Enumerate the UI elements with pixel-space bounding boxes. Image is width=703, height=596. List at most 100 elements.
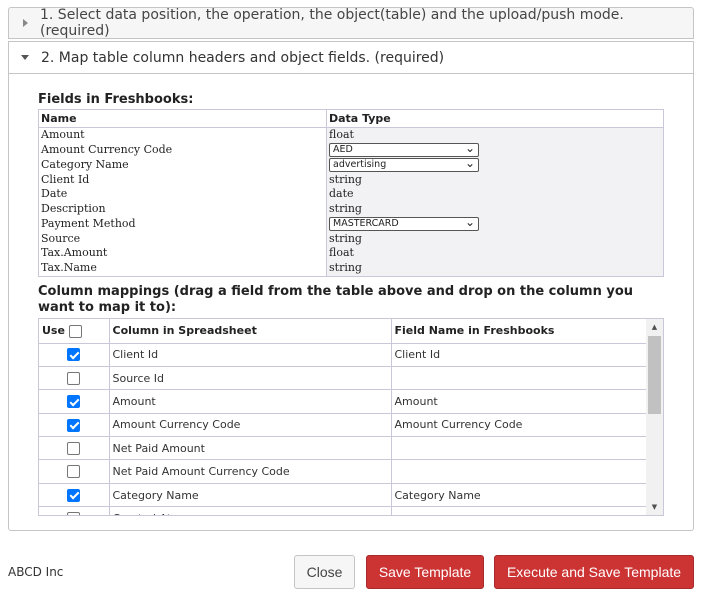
mapped-field-dropzone[interactable]	[391, 459, 647, 484]
select-value: advertising	[333, 159, 387, 171]
field-row: Tax.Name string	[38, 260, 664, 277]
spreadsheet-column: Amount Currency Code	[109, 413, 392, 438]
field-name[interactable]: Source	[38, 231, 327, 246]
spreadsheet-column: Client Id	[109, 343, 392, 367]
spreadsheet-column: Net Paid Amount Currency Code	[109, 459, 392, 484]
field-type-cell: AED ⌄	[327, 140, 664, 158]
mapped-field-dropzone[interactable]	[391, 506, 647, 515]
mapping-use-cell	[39, 413, 110, 438]
mapping-row: Client Id Client Id	[39, 343, 647, 367]
field-type: string	[329, 260, 362, 274]
mappings-scrollbar[interactable]: ▲ ▼	[646, 319, 663, 515]
mappings-scroll-area[interactable]: Use Column in Spreadsheet Field Name in …	[38, 318, 664, 516]
field-type-cell: MASTERCARD ⌄	[327, 214, 664, 232]
field-row: Description string	[38, 201, 664, 217]
fields-header-type: Data Type	[326, 109, 664, 128]
mapping-use-cell	[39, 366, 110, 391]
scroll-up-icon[interactable]: ▲	[646, 319, 663, 335]
field-name[interactable]: Payment Method	[38, 216, 327, 232]
field-value-select[interactable]: AED ⌄	[329, 140, 479, 158]
field-row: Amount Currency Code AED ⌄	[38, 140, 664, 158]
chevron-down-icon: ⌄	[464, 140, 475, 155]
field-name[interactable]: Description	[38, 201, 327, 217]
field-value-select[interactable]: advertising ⌄	[329, 155, 479, 173]
mapping-row: Net Paid Amount	[39, 436, 647, 461]
chevron-down-icon: ⌄	[464, 155, 475, 170]
mapping-row: Created At	[39, 506, 647, 515]
step1-accordion-header[interactable]: 1. Select data position, the operation, …	[8, 7, 694, 39]
mappings-title: Column mappings (drag a field from the t…	[38, 284, 634, 315]
mapped-field-dropzone[interactable]: Category Name	[391, 483, 647, 508]
close-button[interactable]: Close	[294, 555, 355, 589]
select-all-checkbox[interactable]	[68, 324, 82, 338]
field-row: Payment Method MASTERCARD ⌄	[38, 214, 664, 232]
field-name[interactable]: Date	[38, 186, 327, 202]
field-row: Tax.Amount float	[38, 245, 664, 261]
use-checkbox[interactable]	[67, 371, 81, 385]
field-row: Amount float	[38, 127, 664, 143]
field-row: Category Name advertising ⌄	[38, 155, 664, 173]
fields-table: Name Data Type Amount float Amount Currenc…	[38, 109, 664, 277]
field-row: Source string	[38, 231, 664, 246]
field-name[interactable]: Amount Currency Code	[38, 142, 327, 158]
mapped-field-dropzone[interactable]: Amount	[391, 389, 647, 414]
field-type: float	[329, 246, 354, 260]
use-checkbox[interactable]	[67, 348, 81, 362]
mapping-use-cell	[39, 436, 110, 461]
mapped-field-dropzone[interactable]: Amount Currency Code	[391, 413, 647, 438]
mapping-row: Amount Amount	[39, 389, 647, 414]
select-value: AED	[333, 144, 353, 156]
field-type: string	[329, 201, 362, 215]
step2-accordion-header[interactable]: 2. Map table column headers and object f…	[9, 42, 693, 74]
spreadsheet-column: Net Paid Amount	[109, 436, 392, 461]
field-name[interactable]: Tax.Amount	[38, 245, 327, 261]
use-checkbox[interactable]	[67, 465, 81, 479]
mapped-field-dropzone[interactable]: Client Id	[391, 343, 647, 367]
field-name[interactable]: Category Name	[38, 157, 327, 173]
field-type: string	[329, 231, 362, 245]
mapping-row: Net Paid Amount Currency Code	[39, 459, 647, 484]
mapping-use-cell	[39, 506, 110, 515]
scroll-down-icon[interactable]: ▼	[646, 499, 663, 515]
field-type: float	[329, 128, 354, 142]
mapped-field-dropzone[interactable]	[391, 366, 647, 391]
spreadsheet-column: Category Name	[109, 483, 392, 508]
mappings-header-column: Column in Spreadsheet	[109, 319, 392, 344]
scrollbar-thumb[interactable]	[648, 336, 661, 414]
caret-down-icon	[21, 55, 29, 60]
use-checkbox[interactable]	[67, 488, 81, 502]
field-row: Date date	[38, 186, 664, 202]
use-checkbox[interactable]	[67, 418, 81, 432]
mapping-use-cell	[39, 459, 110, 484]
field-name[interactable]: Tax.Name	[38, 260, 327, 277]
mapping-use-cell	[39, 343, 110, 367]
company-name: ABCD Inc	[8, 565, 64, 579]
mapping-row: Source Id	[39, 366, 647, 391]
use-checkbox[interactable]	[67, 395, 81, 409]
mappings-table: Use Column in Spreadsheet Field Name in …	[39, 319, 647, 515]
spreadsheet-column: Source Id	[109, 366, 392, 391]
use-header-label: Use	[42, 324, 65, 337]
field-name[interactable]: Amount	[38, 127, 327, 143]
field-value-select[interactable]: MASTERCARD ⌄	[329, 214, 479, 232]
mappings-header-field: Field Name in Freshbooks	[391, 319, 647, 344]
mapping-use-cell	[39, 483, 110, 508]
mappings-header-use: Use	[39, 319, 110, 344]
mapping-row: Amount Currency Code Amount Currency Code	[39, 413, 647, 438]
step2-accordion-panel: 2. Map table column headers and object f…	[8, 41, 694, 531]
fields-header-name: Name	[38, 109, 327, 128]
fields-title: Fields in Freshbooks:	[38, 92, 194, 107]
field-type: date	[329, 187, 354, 201]
field-type-cell: advertising ⌄	[327, 155, 664, 173]
use-checkbox[interactable]	[67, 442, 81, 455]
chevron-down-icon: ⌄	[464, 214, 475, 229]
select-value: MASTERCARD	[333, 218, 399, 230]
step1-label: 1. Select data position, the operation, …	[40, 7, 624, 39]
execute-and-save-button[interactable]: Execute and Save Template	[494, 555, 694, 589]
spreadsheet-column: Amount	[109, 389, 392, 414]
mapped-field-dropzone[interactable]	[391, 436, 647, 461]
field-name[interactable]: Client Id	[38, 172, 327, 187]
save-template-button[interactable]: Save Template	[366, 555, 484, 589]
use-checkbox[interactable]	[67, 512, 81, 515]
spreadsheet-column: Created At	[109, 506, 392, 515]
